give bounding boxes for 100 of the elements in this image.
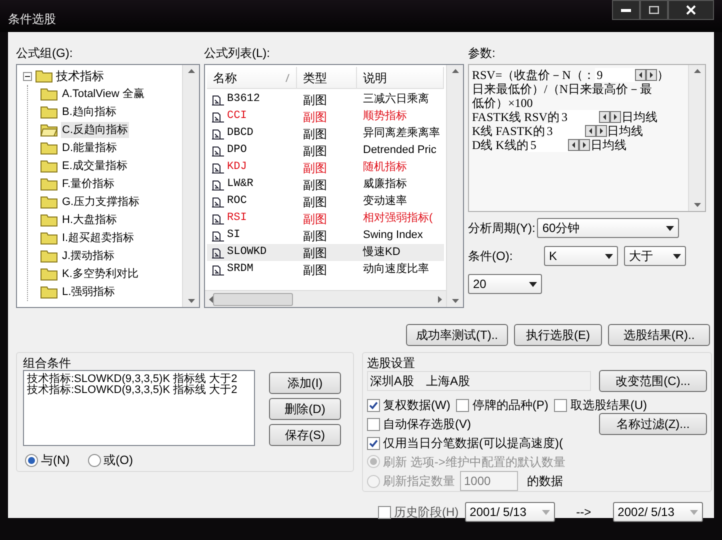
scrollbar[interactable]: [446, 65, 463, 307]
scrollbar[interactable]: [688, 65, 705, 211]
checkbox-label: 历史阶段(H): [394, 504, 459, 521]
left-arrow-icon[interactable]: [209, 296, 213, 302]
scrollbar[interactable]: [205, 290, 446, 307]
down-arrow-icon[interactable]: [188, 299, 194, 303]
tree-item[interactable]: A.TotalView 全赢: [61, 86, 146, 102]
up-arrow-icon[interactable]: [188, 69, 194, 73]
down-arrow-icon[interactable]: [452, 299, 458, 303]
scrollbar[interactable]: [182, 65, 199, 307]
tree-item[interactable]: I.超买超卖指标: [61, 230, 136, 246]
radio-label: 刷新指定数量: [383, 473, 455, 490]
list-row[interactable]: LW&R 副图 威廉指标: [207, 176, 444, 193]
tree-item[interactable]: B.趋向指标: [61, 104, 118, 120]
formula-text: 日来最低价）/（N日来最高价－最: [472, 82, 652, 96]
button[interactable]: 保存(S): [269, 424, 341, 446]
spin-field[interactable]: 3: [544, 124, 607, 138]
down-arrow-icon[interactable]: [694, 203, 700, 207]
button[interactable]: 改变范围(C)...: [599, 370, 707, 392]
value-dropdown[interactable]: 20: [468, 274, 542, 294]
folder-icon: [40, 231, 58, 245]
formula-icon: [211, 93, 225, 106]
formula-text: ）: [656, 68, 669, 82]
folder-icon: [40, 249, 58, 263]
checkbox[interactable]: [367, 398, 380, 412]
checkbox[interactable]: [367, 418, 380, 430]
up-arrow-icon[interactable]: [452, 69, 458, 73]
spin-field[interactable]: 9: [594, 68, 657, 82]
list-row[interactable]: SLOWKD 副图 慢速KD: [207, 244, 444, 261]
radio-label: 与(N): [41, 452, 70, 469]
list-item[interactable]: 技术指标:SLOWKD(9,3,3,5)K 指标线 大于2: [27, 374, 251, 385]
tree-item[interactable]: H.大盘指标: [61, 212, 118, 228]
list-row[interactable]: RSI 副图 相对强弱指标(: [207, 210, 444, 227]
list-row[interactable]: SRDM 副图 动向速度比率: [207, 261, 444, 278]
formula-text: 低价）×100: [472, 96, 533, 110]
maximize-button[interactable]: [640, 0, 668, 20]
checkbox[interactable]: [378, 506, 391, 518]
button[interactable]: 删除(D): [269, 398, 341, 420]
button[interactable]: 添加(I): [269, 372, 341, 394]
dropdown-arrow-icon: [605, 254, 613, 258]
date-dropdown[interactable]: 2001/ 5/13: [464, 502, 555, 522]
formula-text: RSV=（收盘价－N（：: [472, 68, 595, 82]
checkbox[interactable]: [456, 398, 470, 412]
minimize-icon: [621, 8, 631, 12]
spin-arrows-icon: [634, 69, 657, 81]
button[interactable]: 名称过滤(Z)...: [599, 413, 707, 435]
operator-dropdown[interactable]: 大于: [624, 246, 686, 266]
tree-item[interactable]: F.量价指标: [61, 176, 116, 192]
line-dropdown[interactable]: K: [544, 246, 618, 266]
right-arrow-icon[interactable]: [438, 296, 442, 302]
range-arrow: -->: [575, 504, 592, 521]
collapse-toggle[interactable]: [23, 72, 32, 80]
list-item[interactable]: 技术指标:SLOWKD(9,3,3,5)K 指标线 大于2: [27, 385, 251, 396]
date-dropdown[interactable]: 2002/ 5/13: [612, 502, 703, 522]
spin-field[interactable]: 5: [528, 138, 590, 152]
tree-item[interactable]: L.强弱指标: [61, 284, 116, 300]
radio-button[interactable]: [25, 454, 38, 466]
period-dropdown[interactable]: 60分钟: [537, 218, 680, 238]
tree-item[interactable]: C.反趋向指标: [61, 122, 129, 138]
tree-item[interactable]: K.多空势利对比: [61, 266, 140, 282]
list-row[interactable]: SI 副图 Swing Index: [207, 227, 444, 244]
button[interactable]: 成功率测试(T)..: [406, 324, 508, 346]
checkbox-label: 仅用当日分笔数据(可以提高速度)(: [383, 435, 563, 452]
formula-icon: [211, 110, 225, 123]
close-button[interactable]: [668, 0, 714, 20]
radio-button[interactable]: [88, 454, 101, 466]
count-field[interactable]: 1000: [460, 471, 518, 491]
list-row[interactable]: KDJ 副图 随机指标: [207, 159, 444, 176]
folder-icon: [35, 69, 53, 83]
list-row[interactable]: DBCD 副图 异同离差乘离率: [207, 125, 444, 142]
formula-icon: [211, 246, 225, 259]
folder-icon: [40, 159, 58, 173]
checkbox[interactable]: [554, 398, 568, 412]
dropdown-arrow-icon: [690, 510, 698, 514]
list-row[interactable]: DPO 副图 Detrended Pric: [207, 142, 444, 159]
panel-label: 参数:: [468, 46, 496, 62]
button[interactable]: 执行选股(E): [514, 324, 602, 346]
list-row[interactable]: ROC 副图 变动速率: [207, 193, 444, 210]
minimize-button[interactable]: [612, 0, 640, 20]
list-row[interactable]: B3612 副图 三减六日乘离: [207, 91, 444, 108]
range-field: 深圳A股 上海A股: [367, 371, 591, 391]
checkbox[interactable]: [367, 436, 380, 450]
tree-item[interactable]: E.成交量指标: [61, 158, 128, 174]
up-arrow-icon[interactable]: [694, 69, 700, 73]
panel-label: 公式组(G):: [16, 46, 74, 62]
formula-text: K线 FASTK的: [472, 124, 545, 138]
radio-label: 或(O): [104, 452, 133, 469]
tree-item[interactable]: G.压力支撑指标: [61, 194, 141, 210]
column-header[interactable]: 类型: [297, 67, 357, 88]
column-header[interactable]: 名称: [207, 67, 297, 88]
formula-icon: [211, 195, 225, 208]
tree-item[interactable]: J.摆动指标: [61, 248, 116, 264]
tree-item[interactable]: D.能量指标: [61, 140, 118, 156]
folder-icon: [40, 141, 58, 155]
spin-field[interactable]: 3: [559, 110, 622, 124]
checkbox-label: 复权数据(W): [383, 397, 450, 414]
button[interactable]: 选股结果(R)..: [608, 324, 710, 346]
tree-item[interactable]: 技术指标: [56, 67, 104, 85]
column-header[interactable]: 说明: [357, 67, 444, 88]
list-row[interactable]: CCI 副图 顺势指标: [207, 108, 444, 125]
